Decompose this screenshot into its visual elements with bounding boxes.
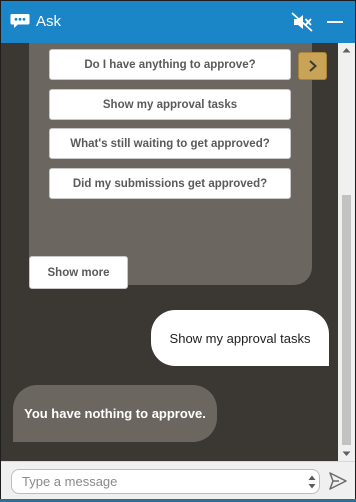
chat-bubble-icon [10, 14, 30, 28]
chat-scrollbar[interactable] [338, 43, 355, 461]
composer-bar [1, 461, 355, 501]
show-more-button[interactable]: Show more [29, 256, 128, 289]
bot-message: You have nothing to approve. [13, 385, 217, 442]
message-input[interactable] [22, 472, 302, 491]
chevron-right-icon [308, 60, 317, 72]
scroll-up-button[interactable] [338, 43, 355, 57]
arrow-up-icon [342, 48, 351, 53]
minimize-icon[interactable] [326, 13, 344, 31]
scroll-thumb[interactable] [342, 195, 351, 445]
chat-transcript[interactable]: Do I have anything to approve? Show my a… [1, 43, 338, 461]
chat-title: Ask [36, 13, 62, 30]
chat-header: Ask [1, 1, 355, 43]
speaker-muted-icon[interactable] [291, 12, 313, 32]
arrow-down-icon [342, 451, 351, 456]
suggestion-button-waiting-approval[interactable]: What's still waiting to get approved? [49, 128, 291, 159]
user-message: Show my approval tasks [151, 310, 329, 366]
suggestion-button-anything-to-approve[interactable]: Do I have anything to approve? [49, 49, 291, 80]
scroll-down-button[interactable] [338, 447, 355, 461]
send-icon[interactable] [328, 471, 348, 491]
input-stepper-icon[interactable] [307, 472, 317, 492]
suggestion-button-approval-tasks[interactable]: Show my approval tasks [49, 89, 291, 120]
suggestion-button-submissions-approved[interactable]: Did my submissions get approved? [49, 168, 291, 199]
message-input-box[interactable] [11, 469, 320, 494]
carousel-next-button[interactable] [298, 52, 327, 80]
chat-window: Ask Do I have anything to approve? Show … [0, 0, 356, 502]
